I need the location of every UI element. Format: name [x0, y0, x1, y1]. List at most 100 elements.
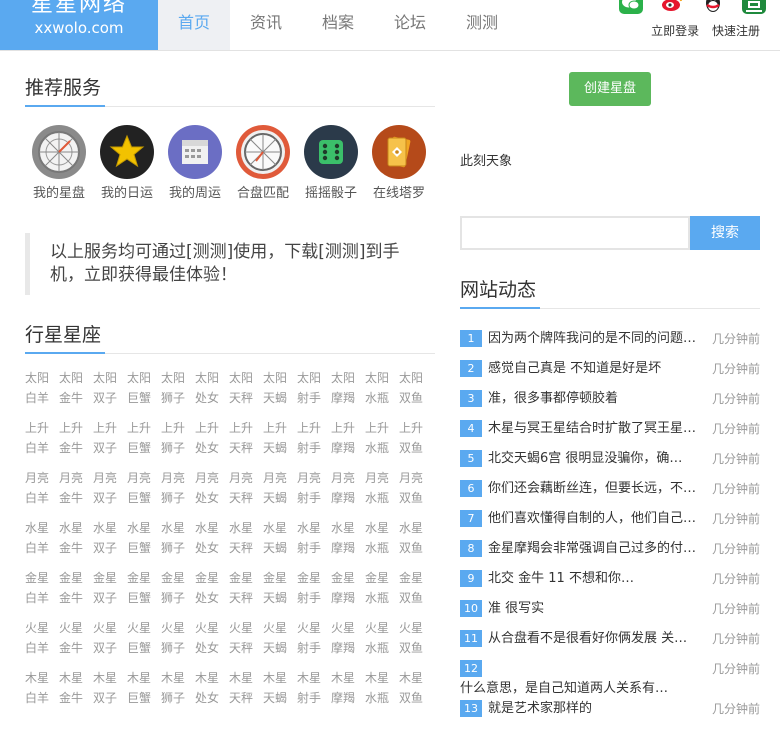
service-daily[interactable]: 我的日运	[93, 125, 161, 201]
planet-sign-link[interactable]: 太阳巨蟹	[127, 368, 161, 418]
planet-sign-link[interactable]: 上升天蝎	[263, 418, 297, 468]
planet-sign-link[interactable]: 月亮狮子	[161, 468, 195, 518]
news-text[interactable]: 北交天蝎6宫 很明显没骗你，确…	[488, 450, 710, 468]
search-button[interactable]: 搜索	[690, 216, 760, 250]
planet-sign-link[interactable]: 太阳白羊	[25, 368, 59, 418]
planet-sign-link[interactable]: 太阳天蝎	[263, 368, 297, 418]
planet-sign-link[interactable]: 金星金牛	[59, 568, 93, 618]
planet-sign-link[interactable]: 木星双鱼	[399, 668, 433, 718]
planet-sign-link[interactable]: 木星摩羯	[331, 668, 365, 718]
planet-sign-link[interactable]: 月亮金牛	[59, 468, 93, 518]
planet-sign-link[interactable]: 水星双鱼	[399, 518, 433, 568]
planet-sign-link[interactable]: 上升巨蟹	[127, 418, 161, 468]
planet-sign-link[interactable]: 上升双鱼	[399, 418, 433, 468]
login-link[interactable]: 立即登录	[651, 24, 699, 38]
planet-sign-link[interactable]: 金星水瓶	[365, 568, 399, 618]
news-item[interactable]: 12什么意思，是自己知道两人关系有…几分钟前	[460, 660, 760, 700]
planet-sign-link[interactable]: 水星巨蟹	[127, 518, 161, 568]
planet-sign-link[interactable]: 金星射手	[297, 568, 331, 618]
planet-sign-link[interactable]: 水星双子	[93, 518, 127, 568]
news-item[interactable]: 1因为两个牌阵我问的是不同的问题…几分钟前	[460, 330, 760, 360]
planet-sign-link[interactable]: 上升白羊	[25, 418, 59, 468]
planet-sign-link[interactable]: 火星射手	[297, 618, 331, 668]
planet-sign-link[interactable]: 上升狮子	[161, 418, 195, 468]
planet-sign-link[interactable]: 月亮水瓶	[365, 468, 399, 518]
news-item[interactable]: 10准 很写实几分钟前	[460, 600, 760, 630]
news-item[interactable]: 5北交天蝎6宫 很明显没骗你，确…几分钟前	[460, 450, 760, 480]
planet-sign-link[interactable]: 金星双子	[93, 568, 127, 618]
planet-sign-link[interactable]: 木星处女	[195, 668, 229, 718]
news-text[interactable]: 北交 金牛 11 不想和你…	[488, 570, 710, 588]
planet-sign-link[interactable]: 上升双子	[93, 418, 127, 468]
planet-sign-link[interactable]: 木星巨蟹	[127, 668, 161, 718]
news-text[interactable]: 准 很写实	[488, 600, 710, 618]
planet-sign-link[interactable]: 太阳水瓶	[365, 368, 399, 418]
news-text[interactable]: 感觉自己真是 不知道是好是坏	[488, 360, 710, 378]
planet-sign-link[interactable]: 月亮天秤	[229, 468, 263, 518]
nav-forum[interactable]: 论坛	[374, 0, 446, 50]
news-text[interactable]: 因为两个牌阵我问的是不同的问题…	[488, 330, 710, 348]
news-text[interactable]: 准，很多事都停顿胶着	[488, 390, 710, 408]
planet-sign-link[interactable]: 金星狮子	[161, 568, 195, 618]
news-item[interactable]: 3准，很多事都停顿胶着几分钟前	[460, 390, 760, 420]
planet-sign-link[interactable]: 月亮射手	[297, 468, 331, 518]
news-text[interactable]: 什么意思，是自己知道两人关系有…	[460, 680, 760, 698]
register-link[interactable]: 快速注册	[712, 24, 760, 38]
planet-sign-link[interactable]: 金星处女	[195, 568, 229, 618]
planet-sign-link[interactable]: 金星巨蟹	[127, 568, 161, 618]
nav-test[interactable]: 测测	[446, 0, 518, 50]
news-text[interactable]: 你们还会藕断丝连，但要长远，不…	[488, 480, 710, 498]
planet-sign-link[interactable]: 月亮双子	[93, 468, 127, 518]
news-item[interactable]: 13就是艺术家那样的几分钟前	[460, 700, 760, 730]
search-input[interactable]	[460, 216, 690, 250]
news-text[interactable]: 从合盘看不是很看好你俩发展 关…	[488, 630, 710, 648]
planet-sign-link[interactable]: 月亮天蝎	[263, 468, 297, 518]
planet-sign-link[interactable]: 月亮双鱼	[399, 468, 433, 518]
news-text[interactable]: 金星摩羯会非常强调自己过多的付…	[488, 540, 710, 558]
planet-sign-link[interactable]: 火星双子	[93, 618, 127, 668]
planet-sign-link[interactable]: 太阳处女	[195, 368, 229, 418]
planet-sign-link[interactable]: 水星天蝎	[263, 518, 297, 568]
planet-sign-link[interactable]: 火星狮子	[161, 618, 195, 668]
planet-sign-link[interactable]: 火星双鱼	[399, 618, 433, 668]
service-match[interactable]: 合盘匹配	[229, 125, 297, 201]
planet-sign-link[interactable]: 太阳双子	[93, 368, 127, 418]
news-item[interactable]: 7他们喜欢懂得自制的人，他们自己…几分钟前	[460, 510, 760, 540]
news-text[interactable]: 木星与冥王星结合时扩散了冥王星…	[488, 420, 710, 438]
service-tarot[interactable]: 在线塔罗	[365, 125, 433, 201]
planet-sign-link[interactable]: 太阳金牛	[59, 368, 93, 418]
nav-archive[interactable]: 档案	[302, 0, 374, 50]
weibo-icon[interactable]	[660, 0, 684, 14]
planet-sign-link[interactable]: 木星双子	[93, 668, 127, 718]
site-logo[interactable]: 星星网络 xxwolo.com	[0, 0, 158, 50]
planet-sign-link[interactable]: 木星射手	[297, 668, 331, 718]
news-text[interactable]: 他们喜欢懂得自制的人，他们自己…	[488, 510, 710, 528]
planet-sign-link[interactable]: 月亮巨蟹	[127, 468, 161, 518]
planet-sign-link[interactable]: 上升处女	[195, 418, 229, 468]
planet-sign-link[interactable]: 木星狮子	[161, 668, 195, 718]
nav-news[interactable]: 资讯	[230, 0, 302, 50]
planet-sign-link[interactable]: 火星处女	[195, 618, 229, 668]
news-item[interactable]: 4木星与冥王星结合时扩散了冥王星…几分钟前	[460, 420, 760, 450]
qq-icon[interactable]	[701, 0, 725, 14]
planet-sign-link[interactable]: 木星白羊	[25, 668, 59, 718]
planet-sign-link[interactable]: 水星天秤	[229, 518, 263, 568]
planet-sign-link[interactable]: 太阳天秤	[229, 368, 263, 418]
planet-sign-link[interactable]: 金星天秤	[229, 568, 263, 618]
planet-sign-link[interactable]: 火星金牛	[59, 618, 93, 668]
planet-sign-link[interactable]: 木星水瓶	[365, 668, 399, 718]
planet-sign-link[interactable]: 火星天秤	[229, 618, 263, 668]
planet-sign-link[interactable]: 金星白羊	[25, 568, 59, 618]
planet-sign-link[interactable]: 月亮摩羯	[331, 468, 365, 518]
nav-home[interactable]: 首页	[158, 0, 230, 50]
planet-sign-link[interactable]: 水星水瓶	[365, 518, 399, 568]
news-item[interactable]: 8金星摩羯会非常强调自己过多的付…几分钟前	[460, 540, 760, 570]
service-my-chart[interactable]: 我的星盘	[25, 125, 93, 201]
planet-sign-link[interactable]: 水星金牛	[59, 518, 93, 568]
create-chart-button[interactable]: 创建星盘	[569, 72, 651, 106]
planet-sign-link[interactable]: 上升摩羯	[331, 418, 365, 468]
planet-sign-link[interactable]: 水星白羊	[25, 518, 59, 568]
planet-sign-link[interactable]: 月亮白羊	[25, 468, 59, 518]
planet-sign-link[interactable]: 上升天秤	[229, 418, 263, 468]
planet-sign-link[interactable]: 火星巨蟹	[127, 618, 161, 668]
